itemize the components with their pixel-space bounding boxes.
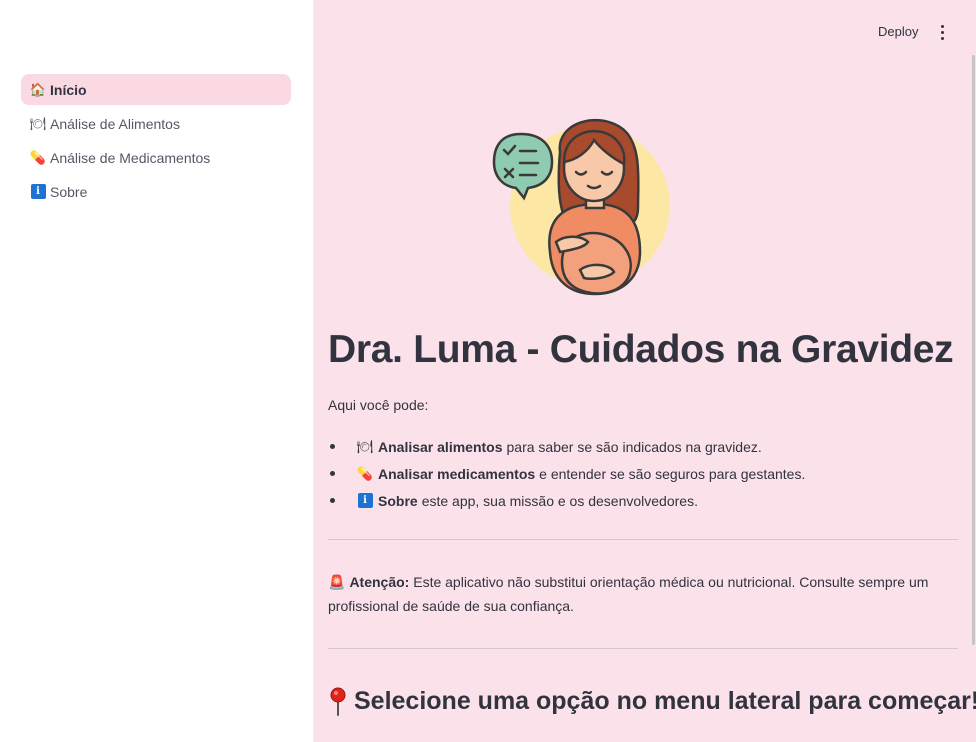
info-icon: i xyxy=(356,493,374,508)
sidebar: 🏠 Início 🍽 Análise de Alimentos 💊 Anális… xyxy=(0,0,314,742)
divider xyxy=(328,539,958,540)
divider xyxy=(328,648,958,649)
pregnant-woman-illustration xyxy=(492,118,670,296)
call-to-action-heading: Selecione uma opção no menu lateral para… xyxy=(328,686,976,716)
warning-label: Atenção: xyxy=(349,574,410,590)
main-content: Deploy Dra. Luma - Cuidados na Gravidez … xyxy=(314,0,976,742)
list-item-strong: Analisar alimentos xyxy=(378,438,503,455)
feature-list: 🍽 Analisar alimentos para saber se são i… xyxy=(328,433,948,514)
pill-icon: 💊 xyxy=(29,149,47,165)
intro-text: Aqui você pode: xyxy=(328,397,429,413)
list-item: 🍽 Analisar alimentos para saber se são i… xyxy=(328,433,948,460)
deploy-button[interactable]: Deploy xyxy=(878,24,918,39)
sidebar-item-label: Sobre xyxy=(50,183,88,200)
info-glyph: i xyxy=(30,184,46,199)
sidebar-item-alimentos[interactable]: 🍽 Análise de Alimentos xyxy=(21,108,291,139)
list-item-text: este app, sua missão e os desenvolvedore… xyxy=(421,492,698,509)
kebab-menu-icon[interactable] xyxy=(936,22,948,42)
sidebar-item-sobre[interactable]: i Sobre xyxy=(21,176,291,207)
sidebar-nav: 🏠 Início 🍽 Análise de Alimentos 💊 Anális… xyxy=(21,74,291,210)
sidebar-item-label: Análise de Alimentos xyxy=(50,115,180,132)
plate-utensils-icon: 🍽 xyxy=(356,438,374,454)
list-item: i Sobre este app, sua missão e os desenv… xyxy=(328,487,948,514)
siren-icon: 🚨 xyxy=(328,574,346,590)
list-item-strong: Analisar medicamentos xyxy=(378,465,536,482)
page-title: Dra. Luma - Cuidados na Gravidez xyxy=(328,328,954,371)
call-to-action-text: Selecione uma opção no menu lateral para… xyxy=(354,686,976,715)
list-item-text: para saber se são indicados na gravidez. xyxy=(506,438,762,455)
warning-text: 🚨 Atenção: Este aplicativo não substitui … xyxy=(328,570,948,618)
scrollbar[interactable] xyxy=(972,55,975,645)
pill-icon: 💊 xyxy=(356,465,374,481)
info-icon: i xyxy=(29,184,47,199)
list-item-strong: Sobre xyxy=(378,492,418,509)
house-icon: 🏠 xyxy=(29,81,47,97)
plate-utensils-icon: 🍽 xyxy=(29,115,47,131)
info-glyph: i xyxy=(357,493,373,508)
list-item-text: e entender se são seguros para gestantes… xyxy=(539,465,806,482)
list-item: 💊 Analisar medicamentos e entender se sã… xyxy=(328,460,948,487)
pushpin-icon xyxy=(330,687,346,716)
warning-body: Este aplicativo não substitui orientação… xyxy=(328,574,929,614)
sidebar-item-medicamentos[interactable]: 💊 Análise de Medicamentos xyxy=(21,142,291,173)
sidebar-item-label: Início xyxy=(50,81,87,98)
sidebar-item-inicio[interactable]: 🏠 Início xyxy=(21,74,291,105)
sidebar-item-label: Análise de Medicamentos xyxy=(50,149,211,166)
